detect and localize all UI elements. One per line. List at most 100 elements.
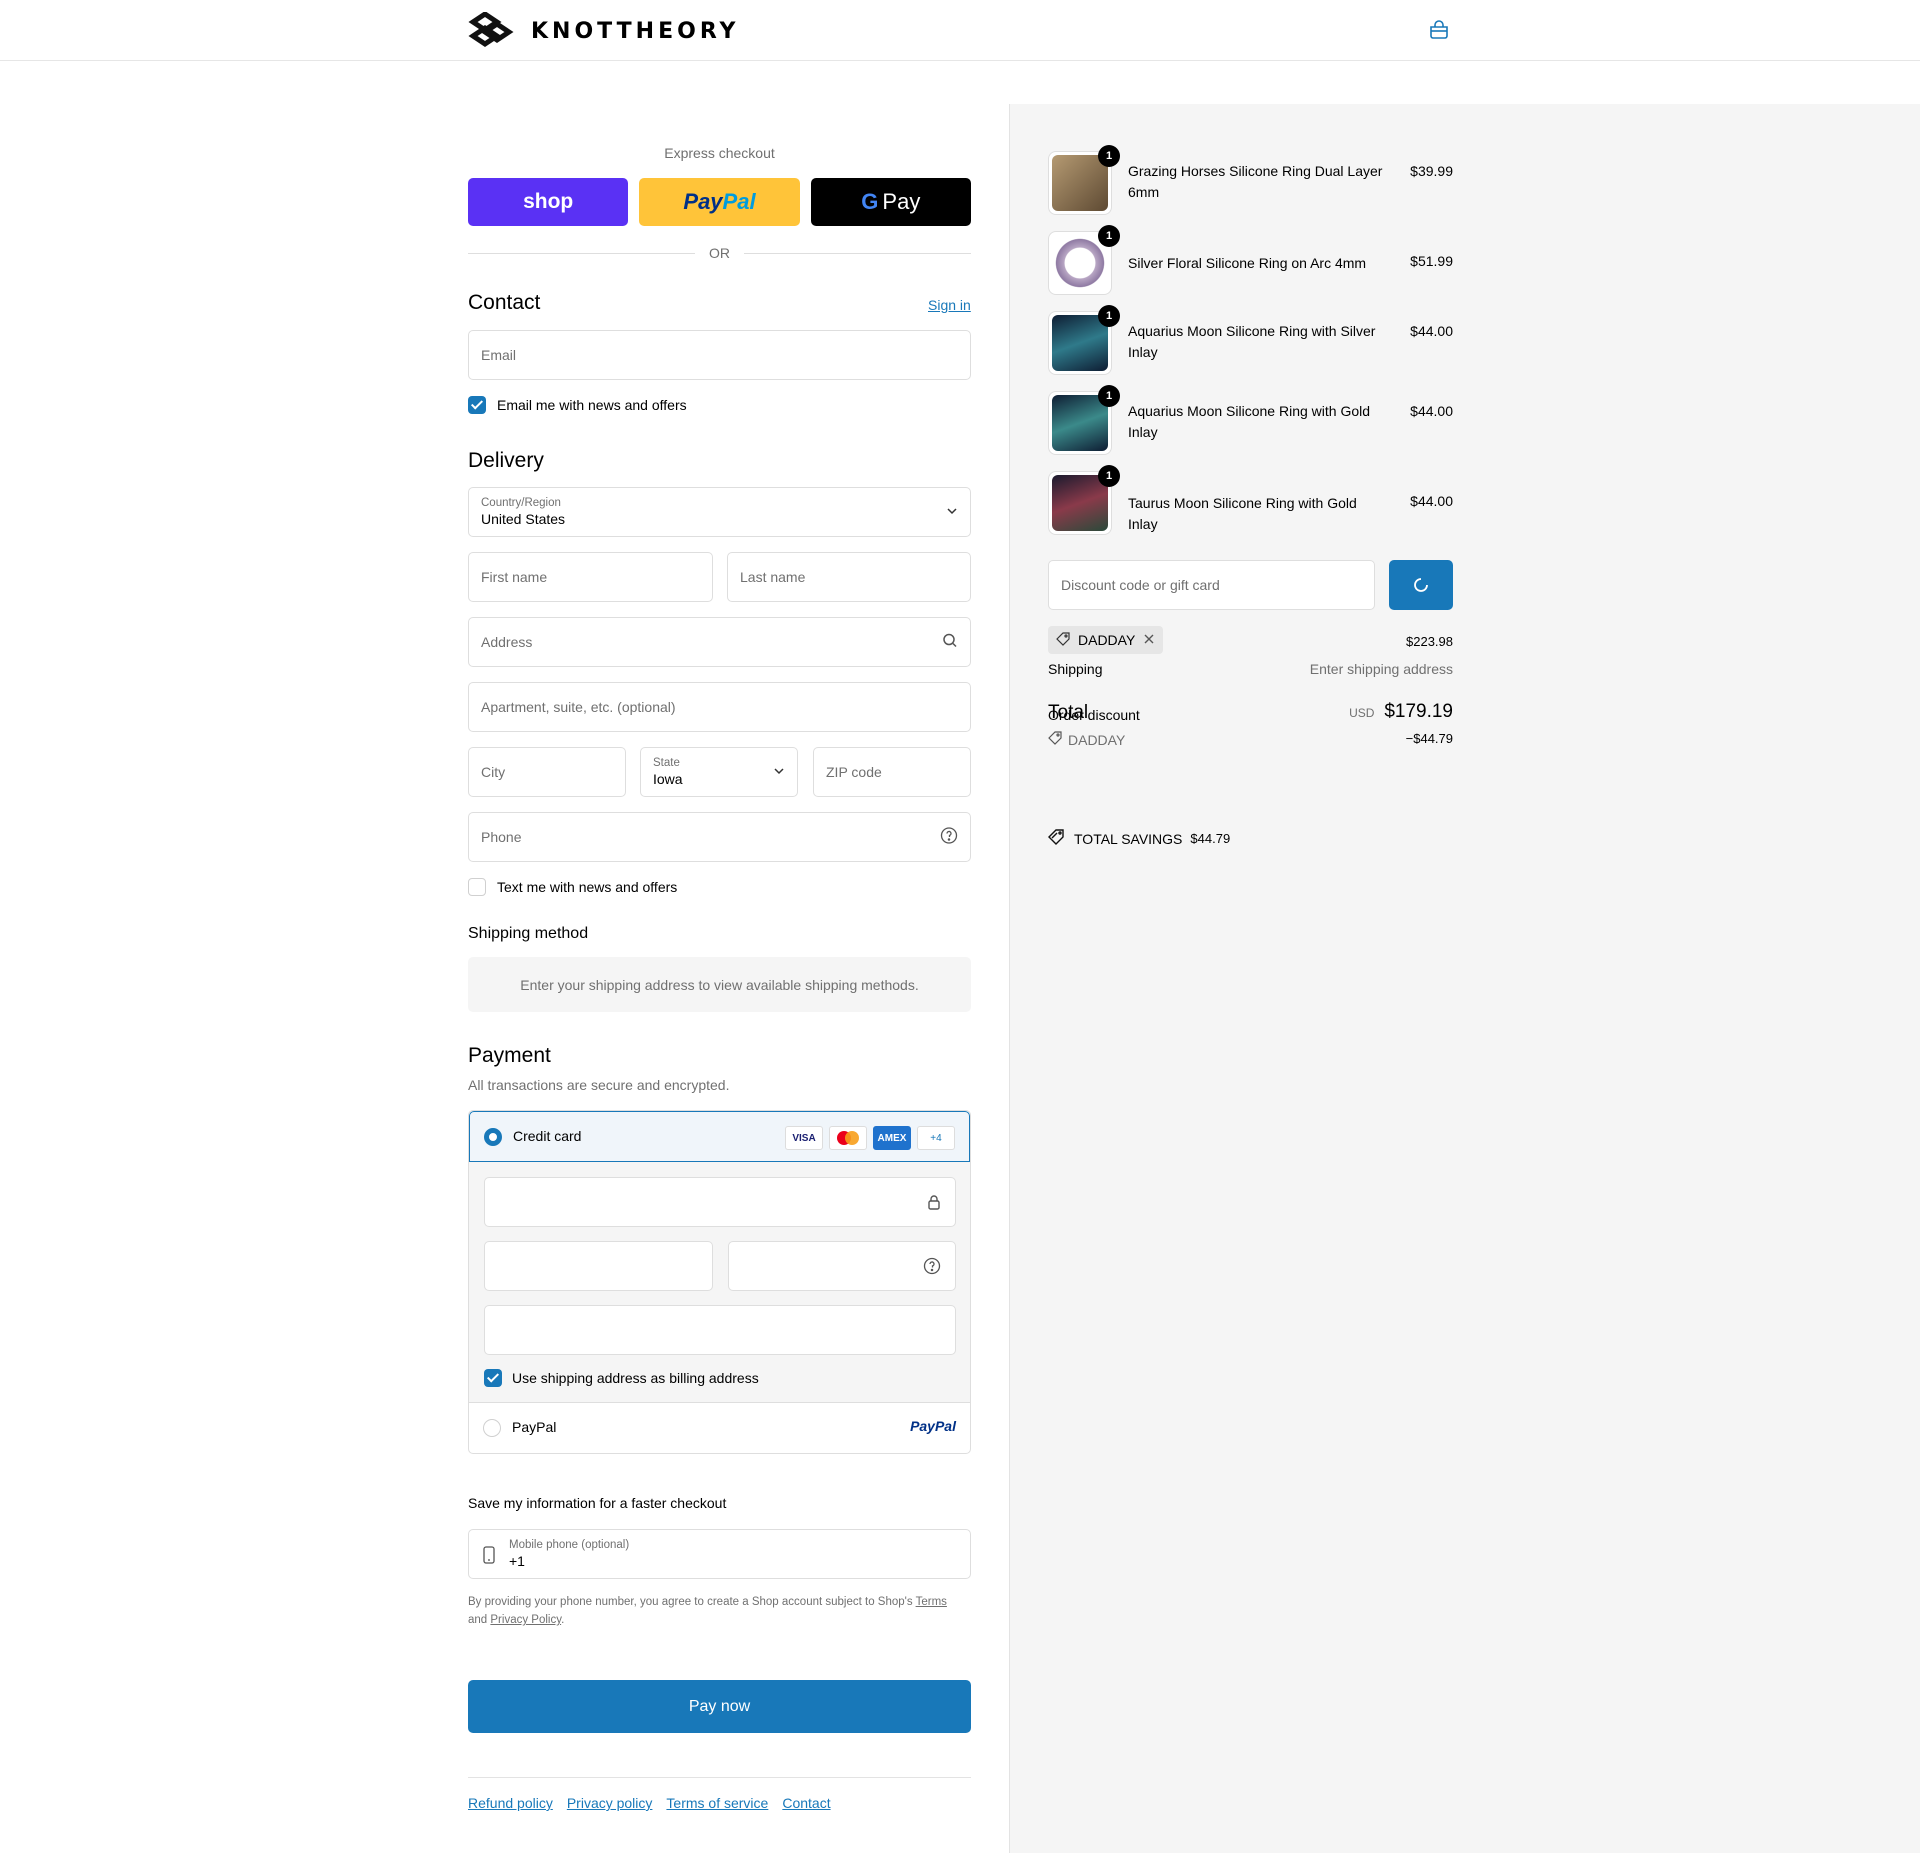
last-name-field[interactable]: Last name [727, 552, 971, 602]
product-image [1052, 235, 1108, 291]
country-select[interactable]: Country/Region United States [468, 487, 971, 537]
discount-code-input[interactable]: Discount code or gift card [1048, 560, 1375, 610]
billing-address-checkbox[interactable] [484, 1369, 502, 1387]
first-name-field[interactable]: First name [468, 552, 713, 602]
pay-now-button[interactable]: Pay now [468, 1680, 971, 1733]
credit-card-option[interactable]: Credit card VISA AMEX +4 [469, 1111, 970, 1162]
discount-value: −$44.79 [1405, 731, 1453, 746]
city-field[interactable]: City [468, 747, 626, 797]
zip-code-field[interactable]: ZIP code [813, 747, 971, 797]
line-item: 1 Aquarius Moon Silicone Ring with Gold … [1048, 385, 1453, 457]
brand-name: KNOTTHEORY [531, 18, 740, 44]
disclaimer-and: and [468, 1614, 488, 1626]
shipping-method-heading: Shipping method [468, 925, 589, 942]
expiry-date-field[interactable] [484, 1241, 713, 1291]
product-price: $51.99 [1410, 253, 1453, 269]
mobile-phone-value: +1 [509, 1553, 525, 1569]
contact-heading: Contact [468, 291, 541, 314]
google-pay-button[interactable]: G Pay [810, 178, 971, 226]
or-divider: OR [468, 243, 971, 263]
shipping-row: Shipping Enter shipping address [1048, 661, 1453, 677]
credit-card-radio[interactable] [484, 1128, 502, 1146]
product-image [1052, 315, 1108, 371]
mobile-phone-field[interactable]: Mobile phone (optional) +1 [468, 1529, 971, 1579]
address-field[interactable]: Address [468, 617, 971, 667]
discount-code-label: DADDAY [1078, 632, 1136, 648]
cart-icon[interactable] [1428, 19, 1452, 43]
paypal-logo-part-1: Pay [683, 189, 723, 214]
privacy-policy-link[interactable]: Privacy Policy [490, 1614, 561, 1626]
disclaimer-period: . [561, 1614, 565, 1626]
name-on-card-field[interactable] [484, 1305, 956, 1355]
state-value: Iowa [653, 771, 683, 787]
discount-row: DADDAY −$44.79 [1048, 731, 1453, 748]
phone-field[interactable]: Phone [468, 812, 971, 862]
footer-divider [468, 1777, 971, 1778]
shop-pay-label: shop [523, 190, 574, 213]
mobile-phone-icon [483, 1546, 495, 1567]
first-name-placeholder: First name [481, 569, 548, 585]
card-number-field[interactable] [484, 1177, 956, 1227]
search-icon [942, 633, 958, 652]
visa-icon: VISA [785, 1126, 823, 1150]
email-news-checkbox[interactable] [468, 396, 486, 414]
terms-link[interactable]: Terms [916, 1596, 947, 1608]
spinner-icon [1414, 578, 1428, 592]
country-label: Country/Region [481, 497, 561, 509]
google-g-icon: G [861, 189, 879, 214]
total-amount: USD $179.19 [1349, 701, 1453, 723]
text-news-checkbox[interactable] [468, 878, 486, 896]
product-image [1052, 155, 1108, 211]
credit-card-form: Use shipping address as billing address [469, 1162, 970, 1403]
paypal-option[interactable]: PayPal PayPal [469, 1403, 970, 1453]
email-field[interactable]: Email [468, 330, 971, 380]
product-name: Grazing Horses Silicone Ring Dual Layer … [1128, 163, 1383, 200]
product-price: $44.00 [1410, 493, 1453, 509]
apartment-field[interactable]: Apartment, suite, etc. (optional) [468, 682, 971, 732]
brand-logo[interactable]: KNOTTHEORY [467, 12, 740, 50]
line-item: 1 Silver Floral Silicone Ring on Arc 4mm… [1048, 225, 1453, 297]
mastercard-icon [829, 1126, 867, 1150]
total-savings-value: $44.79 [1190, 831, 1231, 846]
email-news-label: Email me with news and offers [497, 397, 687, 413]
paypal-logo-part-2: Pal [722, 189, 756, 214]
security-code-field[interactable] [728, 1241, 956, 1291]
close-icon[interactable] [1143, 632, 1155, 648]
country-value: United States [481, 511, 566, 527]
footer-links: Refund policy Privacy policy Terms of se… [468, 1795, 831, 1811]
google-pay-label: Pay [882, 189, 921, 214]
shop-disclaimer: By providing your phone number, you agre… [468, 1593, 971, 1629]
currency-code: USD [1349, 706, 1375, 720]
paypal-express-button[interactable]: Pay Pal [639, 178, 800, 226]
product-price: $39.99 [1410, 163, 1453, 179]
knot-logo-icon [468, 12, 514, 48]
shipping-method-notice: Enter your shipping address to view avai… [468, 957, 971, 1012]
privacy-policy-footer-link[interactable]: Privacy policy [567, 1795, 653, 1811]
total-savings-row: TOTAL SAVINGS $44.79 [1048, 829, 1453, 848]
contact-link[interactable]: Contact [782, 1795, 830, 1811]
shop-pay-button[interactable]: shop [468, 178, 629, 226]
product-image [1052, 395, 1108, 451]
line-item: 1 Taurus Moon Silicone Ring with Gold In… [1048, 465, 1453, 537]
quantity-badge: 1 [1098, 305, 1120, 327]
quantity-badge: 1 [1098, 145, 1120, 167]
shipping-label: Shipping [1048, 661, 1103, 677]
product-name: Aquarius Moon Silicone Ring with Gold In… [1128, 403, 1371, 440]
paypal-logo: PayPal [910, 1418, 956, 1434]
help-circle-icon[interactable] [923, 1257, 941, 1278]
applied-discount-chip: DADDAY [1048, 626, 1164, 654]
subtotal-value: $223.98 [1406, 634, 1453, 649]
refund-policy-link[interactable]: Refund policy [468, 1795, 553, 1811]
help-circle-icon[interactable] [940, 827, 958, 848]
payment-subtitle: All transactions are secure and encrypte… [468, 1077, 730, 1093]
sign-in-link[interactable]: Sign in [928, 297, 971, 313]
save-info-heading: Save my information for a faster checkou… [468, 1495, 727, 1511]
terms-of-service-link[interactable]: Terms of service [666, 1795, 768, 1811]
mobile-phone-label: Mobile phone (optional) [509, 1539, 630, 1551]
address-placeholder: Address [481, 634, 533, 650]
or-label: OR [709, 245, 730, 261]
apply-discount-button[interactable] [1389, 560, 1453, 610]
paypal-radio[interactable] [483, 1419, 501, 1437]
state-select[interactable]: State Iowa [640, 747, 798, 797]
total-savings-label: TOTAL SAVINGS [1074, 830, 1183, 847]
